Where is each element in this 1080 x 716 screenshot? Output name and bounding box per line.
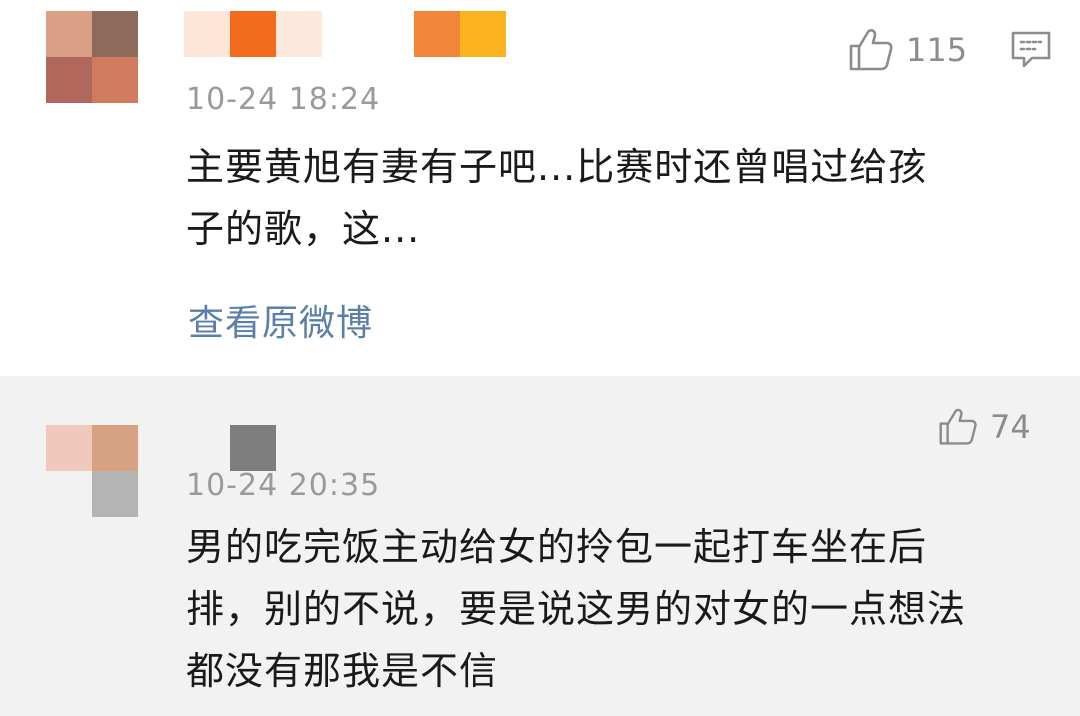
username-mosaic[interactable]	[184, 11, 506, 57]
reply-button[interactable]	[1010, 30, 1052, 74]
avatar-mosaic-tile	[46, 57, 92, 103]
thumbs-up-icon	[939, 408, 977, 445]
username-mosaic-tile	[230, 425, 276, 471]
avatar-mosaic-tile	[46, 11, 92, 57]
username-mosaic-tile	[414, 11, 460, 57]
avatar-mosaic-tile	[46, 425, 92, 471]
comment-item: 115 10-24 18:24 主要黄旭有妻有子吧...比赛时还曾唱过给孩 子的…	[0, 0, 1080, 376]
view-original-link[interactable]: 查看原微博	[188, 294, 373, 346]
comment-timestamp: 10-24 18:24	[186, 82, 381, 117]
comment-text-line: 主要黄旭有妻有子吧...比赛时还曾唱过给孩	[186, 145, 928, 189]
like-button[interactable]: 115	[848, 28, 967, 72]
like-count: 74	[990, 408, 1031, 446]
comment-text-line: 子的歌，这...	[186, 207, 421, 251]
comment-text-line: 排，别的不说，要是说这男的对女的一点想法	[186, 587, 967, 631]
avatar-mosaic-tile	[92, 11, 138, 57]
like-count: 115	[906, 31, 968, 69]
avatar-mosaic-tile	[92, 471, 138, 517]
comment-text-line: 都没有那我是不信	[186, 649, 499, 693]
comment-text: 主要黄旭有妻有子吧...比赛时还曾唱过给孩 子的歌，这...	[186, 136, 1026, 260]
comment-text: 男的吃完饭主动给女的拎包一起打车坐在后 排，别的不说，要是说这男的对女的一点想法…	[186, 516, 1026, 702]
username-mosaic[interactable]	[230, 425, 276, 471]
username-mosaic-tile	[460, 11, 506, 57]
like-button[interactable]: 74	[938, 408, 1031, 446]
avatar-mosaic-tile	[92, 57, 138, 103]
thumbs-up-icon	[849, 29, 893, 71]
comment-icon	[1011, 31, 1051, 68]
comment-timestamp: 10-24 20:35	[186, 468, 381, 503]
username-mosaic-tile	[184, 11, 230, 57]
avatar-mosaic-tile	[92, 425, 138, 471]
username-mosaic-tile	[230, 11, 276, 57]
avatar[interactable]	[46, 425, 138, 517]
comment-text-line: 男的吃完饭主动给女的拎包一起打车坐在后	[186, 525, 928, 569]
avatar[interactable]	[46, 11, 138, 103]
comment-item: 74 10-24 20:35 男的吃完饭主动给女的拎包一起打车坐在后 排，别的不…	[0, 376, 1080, 716]
username-mosaic-tile	[276, 11, 322, 57]
